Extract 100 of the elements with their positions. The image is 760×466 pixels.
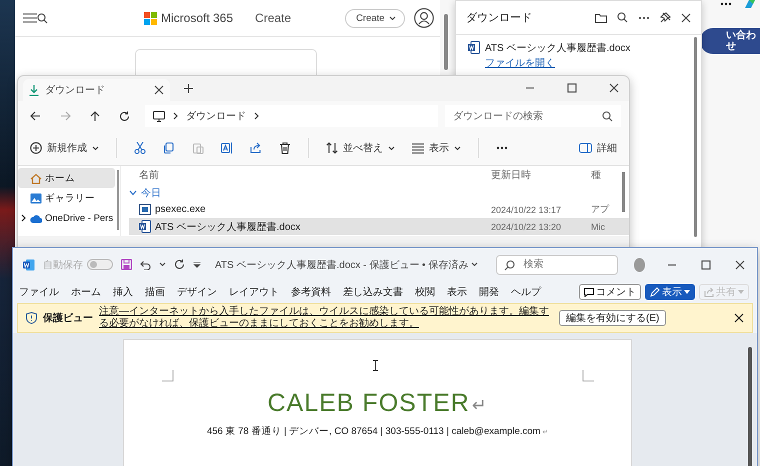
sidebar-item[interactable]: ギャラリー xyxy=(18,188,115,208)
cloud-icon xyxy=(30,212,42,224)
ribbon-tab[interactable]: ホーム xyxy=(71,285,101,299)
cut-button[interactable] xyxy=(134,142,146,154)
ribbon-tab[interactable]: 参考資料 xyxy=(291,285,331,299)
more-icon[interactable] xyxy=(720,2,732,6)
ribbon-tab[interactable]: ヘルプ xyxy=(511,285,541,299)
close-icon[interactable] xyxy=(681,12,691,22)
sidebar-item[interactable]: OneDrive - Pers xyxy=(18,208,115,228)
close-icon[interactable] xyxy=(609,83,619,93)
redo-icon[interactable] xyxy=(174,259,185,270)
view-button[interactable]: 表示 xyxy=(412,141,461,155)
autosave-toggle[interactable] xyxy=(87,259,113,270)
avatar-icon[interactable] xyxy=(414,8,434,28)
create-button[interactable]: Create xyxy=(345,8,405,28)
tab-title: ダウンロード xyxy=(45,84,105,97)
chevron-right-icon xyxy=(173,112,178,120)
column-header[interactable]: 更新日時 xyxy=(491,168,591,182)
ribbon-tab[interactable]: ファイル xyxy=(19,285,59,299)
ribbon-tab[interactable]: 校閲 xyxy=(415,285,435,299)
contact-button[interactable]: い合わせ xyxy=(700,28,760,54)
search-icon[interactable] xyxy=(602,111,613,122)
group-header[interactable]: 今日 xyxy=(129,184,629,201)
chevron-right-icon[interactable] xyxy=(21,214,27,222)
scrollbar[interactable] xyxy=(748,347,752,466)
maximize-icon[interactable] xyxy=(701,260,711,270)
chevron-down-icon xyxy=(159,262,166,267)
clipboard-icon xyxy=(192,142,204,154)
share-button[interactable] xyxy=(250,142,262,154)
ribbon-tab[interactable]: デザイン xyxy=(177,285,217,299)
scissors-icon xyxy=(134,142,146,154)
chevron-down-icon xyxy=(471,262,478,267)
plus-icon[interactable] xyxy=(184,84,193,93)
caret-icon xyxy=(738,290,744,294)
rename-button[interactable] xyxy=(221,142,233,154)
undo-icon[interactable] xyxy=(140,260,151,270)
shield-icon xyxy=(26,312,37,324)
enable-editing-button[interactable]: 編集を有効にする(E) xyxy=(559,310,666,326)
ribbon-tab[interactable]: 差し込み文書 xyxy=(343,285,403,299)
ribbon-tab[interactable]: レイアウト xyxy=(229,285,279,299)
more-icon[interactable] xyxy=(638,16,650,20)
crop-mark-icon xyxy=(582,370,594,382)
file-name: ATS ベーシック人事履歴書.docx xyxy=(485,42,630,55)
folder-icon[interactable] xyxy=(595,12,607,22)
share-icon xyxy=(250,142,262,154)
file-row[interactable]: psexec.exe 2024/10/22 13:17 アプ xyxy=(129,201,629,218)
sort-button[interactable]: 並べ替え xyxy=(326,141,395,155)
scrollbar[interactable] xyxy=(117,170,119,230)
column-header[interactable]: 種 xyxy=(591,168,601,182)
ribbon-tab[interactable]: 描画 xyxy=(145,285,165,299)
download-icon xyxy=(29,84,39,96)
address-bar[interactable]: ダウンロード xyxy=(145,105,438,127)
maximize-icon[interactable] xyxy=(567,83,577,93)
ribbon-tab[interactable]: 開発 xyxy=(479,285,499,299)
details-button[interactable]: 詳細 xyxy=(579,141,617,155)
customize-caret-icon[interactable] xyxy=(193,262,201,268)
close-icon[interactable] xyxy=(734,313,744,323)
tab-close-icon[interactable] xyxy=(154,85,164,95)
sidebar-item[interactable]: ホーム xyxy=(18,168,115,188)
ribbon-tab[interactable]: 挿入 xyxy=(113,285,133,299)
back-arrow-icon[interactable] xyxy=(30,111,41,121)
new-button[interactable]: 新規作成 xyxy=(30,141,99,155)
search-icon[interactable] xyxy=(617,12,628,23)
scrollbar[interactable] xyxy=(444,14,448,70)
pin-off-icon[interactable] xyxy=(660,12,671,23)
open-file-link[interactable]: ファイルを開く xyxy=(485,56,555,70)
view-mode-button[interactable]: 表示 xyxy=(645,284,695,300)
ribbon-tab[interactable]: 表示 xyxy=(447,285,467,299)
house-icon xyxy=(30,172,42,184)
search-field[interactable]: 検索 xyxy=(496,254,618,274)
copy-button[interactable] xyxy=(163,142,175,154)
picture-icon xyxy=(30,192,42,204)
scrollbar[interactable] xyxy=(694,37,697,237)
column-header[interactable]: 名前 xyxy=(129,168,491,182)
download-item[interactable]: ATS ベーシック人事履歴書.docx ファイルを開く xyxy=(456,35,689,72)
close-icon[interactable] xyxy=(735,260,745,270)
comment-button[interactable]: コメント xyxy=(579,284,641,300)
explorer-tab[interactable]: ダウンロード xyxy=(23,79,170,101)
caret-icon xyxy=(684,290,690,294)
chevron-down-icon xyxy=(454,146,461,150)
refresh-icon[interactable] xyxy=(119,110,130,122)
save-icon[interactable] xyxy=(121,259,132,270)
scrollbar[interactable] xyxy=(622,172,625,212)
menu-icon[interactable] xyxy=(23,13,37,23)
modified-date: 2024/10/22 13:17 xyxy=(491,204,562,214)
search-field[interactable]: ダウンロードの検索 xyxy=(445,105,621,127)
up-arrow-icon[interactable] xyxy=(90,110,100,122)
chevron-right-icon[interactable] xyxy=(254,112,259,120)
warning-message: 注意—インターネットから入手したファイルは、ウイルスに感染している可能性があります。編集する必要がなければ、保護ビューのままにしておくことをお勧めします。 xyxy=(99,306,549,330)
file-name: psexec.exe xyxy=(155,204,206,215)
chevron-down-icon xyxy=(92,146,99,150)
autosave-label: 自動保存 xyxy=(43,258,83,272)
page-title: Create xyxy=(255,11,292,25)
file-row[interactable]: ATS ベーシック人事履歴書.docx 2024/10/22 13:20 Mic xyxy=(129,218,629,235)
document-title[interactable]: ATS ベーシック人事履歴書.docx - 保護ビュー • 保存済み xyxy=(215,258,478,272)
breadcrumb-item[interactable]: ダウンロード xyxy=(186,109,246,123)
delete-button[interactable] xyxy=(279,142,291,154)
copy-icon xyxy=(163,142,175,154)
search-icon[interactable] xyxy=(37,12,48,24)
pen-icon xyxy=(650,287,660,297)
